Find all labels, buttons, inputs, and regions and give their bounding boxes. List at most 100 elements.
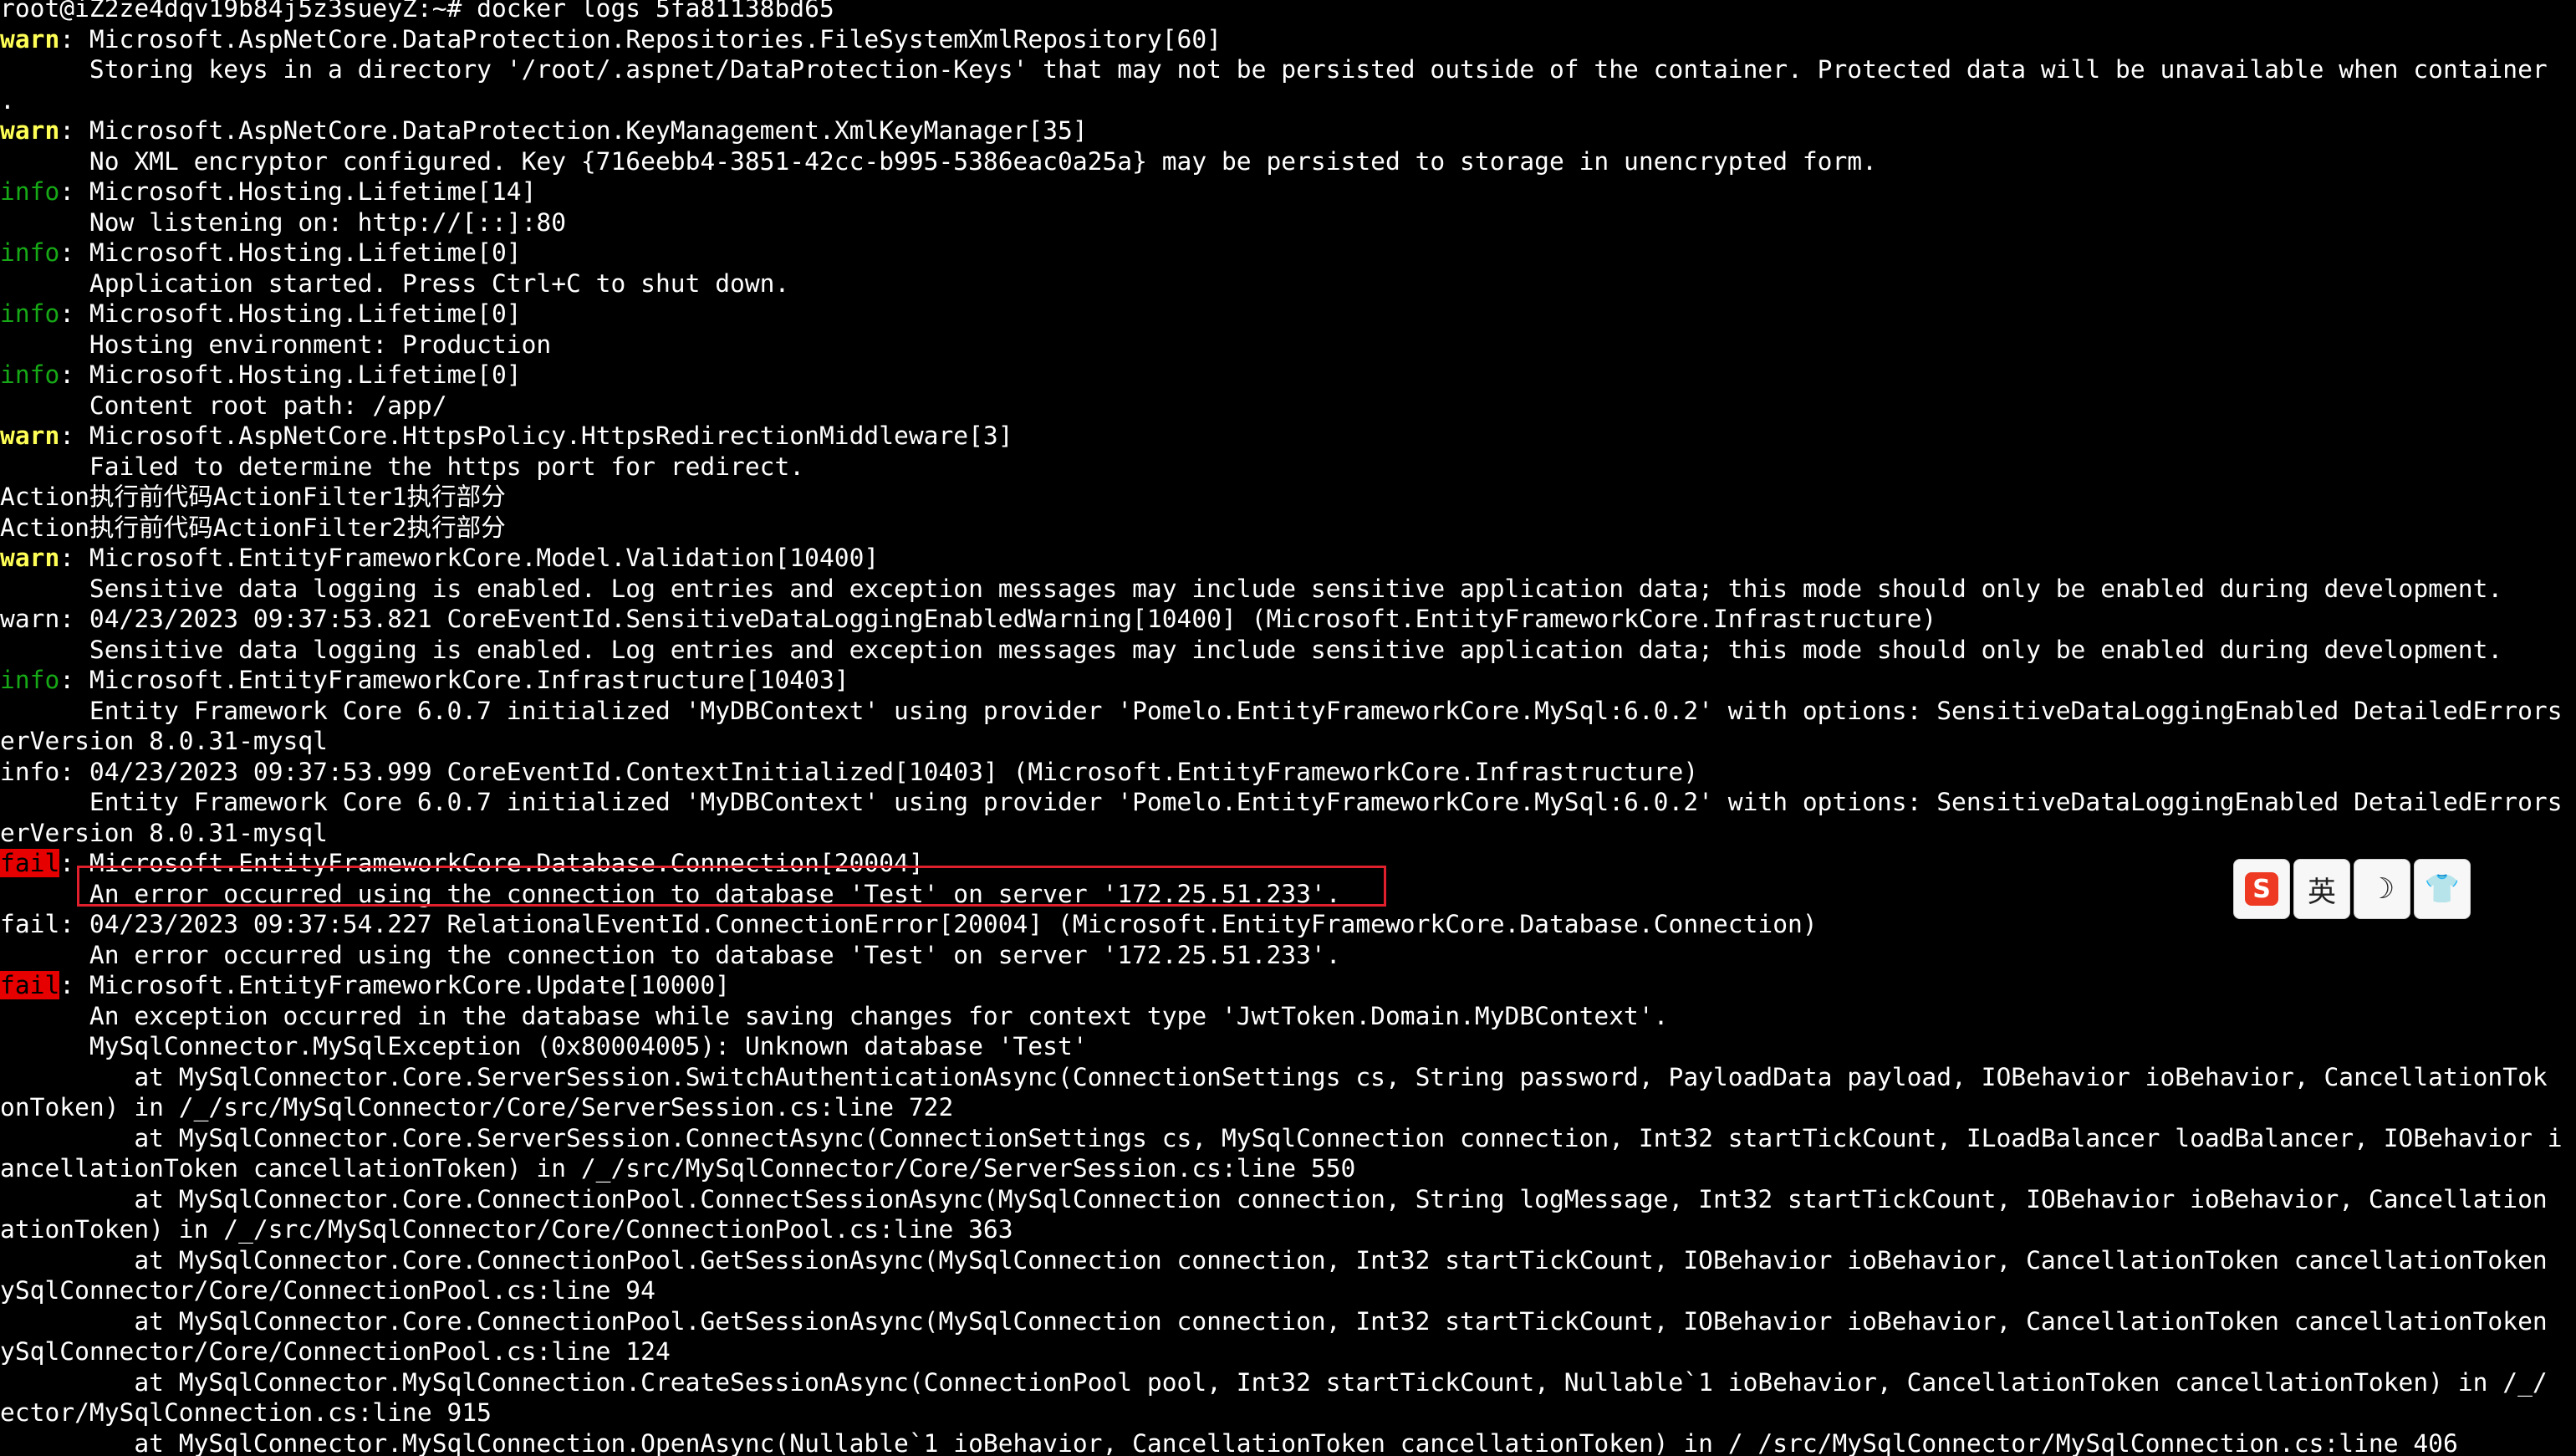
log-text: Sensitive data logging is enabled. Log e… — [0, 574, 2503, 603]
terminal-line: info: 04/23/2023 09:37:53.999 CoreEventI… — [0, 757, 1698, 787]
log-text: erVersion 8.0.31-mysql — [0, 727, 328, 755]
terminal-line: . — [0, 85, 15, 115]
log-text: Application started. Press Ctrl+C to shu… — [0, 268, 790, 298]
terminal-line: No XML encryptor configured. Key {716eeb… — [0, 146, 1877, 176]
terminal-line: erVersion 8.0.31-mysql — [0, 818, 328, 848]
log-text: Entity Framework Core 6.0.7 initialized … — [0, 696, 2563, 725]
log-text: root@iZ2ze4dqv19b84j5z3sueyZ:~# docker l… — [0, 0, 834, 23]
english-mode-button[interactable]: 英 — [2293, 859, 2350, 919]
log-level-fail: fail — [0, 910, 60, 938]
terminal-line: fail: 04/23/2023 09:37:54.227 Relational… — [0, 909, 1818, 939]
terminal-line: ancellationToken cancellationToken) in /… — [0, 1153, 1355, 1183]
log-text: : Microsoft.Hosting.Lifetime[0] — [59, 360, 522, 389]
log-text: Failed to determine the https port for r… — [0, 452, 805, 481]
terminal-line: warn: Microsoft.AspNetCore.DataProtectio… — [0, 24, 1222, 54]
log-text: onToken) in /_/src/MySqlConnector/Core/S… — [0, 1093, 954, 1121]
log-text: : Microsoft.Hosting.Lifetime[0] — [59, 238, 522, 267]
log-level-fail: fail — [0, 849, 60, 877]
terminal-line: info: Microsoft.Hosting.Lifetime[14] — [0, 176, 536, 207]
log-text: ector/MySqlConnection.cs:line 915 — [0, 1398, 492, 1427]
terminal-line: Entity Framework Core 6.0.7 initialized … — [0, 787, 2563, 817]
terminal-line: Failed to determine the https port for r… — [0, 452, 804, 482]
terminal-line: Hosting environment: Production — [0, 330, 551, 360]
terminal-line: at MySqlConnector.Core.ConnectionPool.Ge… — [0, 1245, 2548, 1275]
log-level-warn: warn — [0, 605, 60, 633]
log-text: : 04/23/2023 09:37:53.999 CoreEventId.Co… — [59, 757, 1699, 786]
log-level-info: info — [0, 360, 60, 389]
terminal-line: info: Microsoft.Hosting.Lifetime[0] — [0, 238, 522, 268]
terminal-line: at MySqlConnector.Core.ConnectionPool.Co… — [0, 1184, 2548, 1214]
log-level-warn: warn — [0, 24, 60, 54]
log-level-fail: fail — [0, 971, 60, 999]
log-text: Sensitive data logging is enabled. Log e… — [0, 635, 2503, 664]
log-text: An exception occurred in the database wh… — [0, 1001, 1669, 1030]
terminal-line: info: Microsoft.Hosting.Lifetime[0] — [0, 299, 522, 329]
log-text: : Microsoft.EntityFrameworkCore.Model.Va… — [59, 544, 880, 572]
log-text: ySqlConnector/Core/ConnectionPool.cs:lin… — [0, 1337, 671, 1366]
log-text: ationToken) in /_/src/MySqlConnector/Cor… — [0, 1215, 1013, 1244]
shirt-icon[interactable]: 👕 — [2414, 859, 2471, 919]
terminal-line: Entity Framework Core 6.0.7 initialized … — [0, 696, 2563, 726]
terminal-line: Action执行前代码ActionFilter1执行部分 — [0, 482, 506, 512]
log-level-info: info — [0, 177, 60, 206]
log-text: MySqlConnector.MySqlException (0x8000400… — [0, 1032, 1088, 1060]
error-highlight-box — [77, 866, 1386, 907]
log-level-warn: warn — [0, 116, 60, 145]
log-text: : Microsoft.EntityFrameworkCore.Infrastr… — [59, 666, 849, 694]
log-text: Storing keys in a directory '/root/.aspn… — [0, 55, 2548, 84]
log-text: at MySqlConnector.Core.ConnectionPool.Co… — [0, 1184, 2548, 1213]
log-text: at MySqlConnector.Core.ServerSession.Con… — [0, 1123, 2563, 1152]
ime-toolbar: S 英 ☽ 👕 — [2233, 859, 2471, 922]
log-text: : 04/23/2023 09:37:53.821 CoreEventId.Se… — [59, 605, 1937, 633]
log-text: Entity Framework Core 6.0.7 initialized … — [0, 788, 2563, 816]
terminal-line: Content root path: /app/ — [0, 391, 447, 421]
terminal-line: An exception occurred in the database wh… — [0, 1001, 1669, 1031]
log-level-warn: warn — [0, 421, 60, 450]
terminal-line: An error occurred using the connection t… — [0, 940, 1341, 970]
terminal-line: fail: Microsoft.EntityFrameworkCore.Upda… — [0, 970, 730, 1000]
terminal-line: ationToken) in /_/src/MySqlConnector/Cor… — [0, 1214, 1013, 1244]
moon-icon[interactable]: ☽ — [2354, 859, 2410, 919]
terminal-line: ector/MySqlConnection.cs:line 915 — [0, 1397, 492, 1428]
log-text: An error occurred using the connection t… — [0, 940, 1341, 969]
log-text: erVersion 8.0.31-mysql — [0, 818, 328, 847]
log-text: : Microsoft.AspNetCore.DataProtection.Re… — [59, 24, 1222, 54]
sogou-logo-icon: S — [2245, 872, 2278, 906]
terminal-line: Sensitive data logging is enabled. Log e… — [0, 635, 2502, 665]
log-text: at MySqlConnector.Core.ServerSession.Swi… — [0, 1062, 2548, 1091]
log-text: Content root path: /app/ — [0, 391, 447, 420]
terminal-line: at MySqlConnector.Core.ConnectionPool.Ge… — [0, 1306, 2548, 1336]
log-text: : Microsoft.Hosting.Lifetime[14] — [59, 177, 537, 206]
log-text: Now listening on: http://[::]:80 — [0, 207, 567, 237]
log-level-info: info — [0, 757, 60, 786]
log-text: ancellationToken cancellationToken) in /… — [0, 1154, 1356, 1183]
log-level-warn: warn — [0, 544, 60, 572]
sogou-logo-button[interactable]: S — [2233, 859, 2290, 919]
terminal-line: Action执行前代码ActionFilter2执行部分 — [0, 513, 506, 543]
terminal-line: at MySqlConnector.MySqlConnection.OpenAs… — [0, 1428, 2458, 1456]
log-text: : Microsoft.Hosting.Lifetime[0] — [59, 299, 522, 328]
terminal-line: info: Microsoft.Hosting.Lifetime[0] — [0, 360, 522, 390]
log-text: Hosting environment: Production — [0, 330, 552, 359]
terminal-line: Storing keys in a directory '/root/.aspn… — [0, 54, 2548, 84]
log-text: at MySqlConnector.MySqlConnection.Create… — [0, 1367, 2548, 1397]
log-text: : 04/23/2023 09:37:54.227 RelationalEven… — [59, 910, 1818, 938]
terminal-line: MySqlConnector.MySqlException (0x8000400… — [0, 1031, 1088, 1061]
terminal-window[interactable]: root@iZ2ze4dqv19b84j5z3sueyZ:~# docker l… — [0, 0, 2576, 1456]
log-level-info: info — [0, 299, 60, 328]
log-level-info: info — [0, 238, 60, 267]
terminal-line: Application started. Press Ctrl+C to shu… — [0, 268, 789, 299]
log-text: at MySqlConnector.Core.ConnectionPool.Ge… — [0, 1306, 2548, 1336]
terminal-line: ySqlConnector/Core/ConnectionPool.cs:lin… — [0, 1275, 655, 1305]
log-text: : Microsoft.AspNetCore.HttpsPolicy.Https… — [59, 421, 1013, 450]
log-text: at MySqlConnector.MySqlConnection.OpenAs… — [0, 1428, 2458, 1456]
terminal-line: at MySqlConnector.Core.ServerSession.Swi… — [0, 1062, 2548, 1092]
terminal-line: at MySqlConnector.MySqlConnection.Create… — [0, 1367, 2548, 1397]
terminal-line: warn: 04/23/2023 09:37:53.821 CoreEventI… — [0, 604, 1936, 634]
log-level-info: info — [0, 666, 60, 694]
log-text: ySqlConnector/Core/ConnectionPool.cs:lin… — [0, 1276, 655, 1305]
log-text: Action执行前代码ActionFilter2执行部分 — [0, 513, 506, 542]
log-text: at MySqlConnector.Core.ConnectionPool.Ge… — [0, 1245, 2548, 1275]
terminal-line: root@iZ2ze4dqv19b84j5z3sueyZ:~# docker l… — [0, 0, 834, 23]
terminal-line: ySqlConnector/Core/ConnectionPool.cs:lin… — [0, 1336, 671, 1367]
